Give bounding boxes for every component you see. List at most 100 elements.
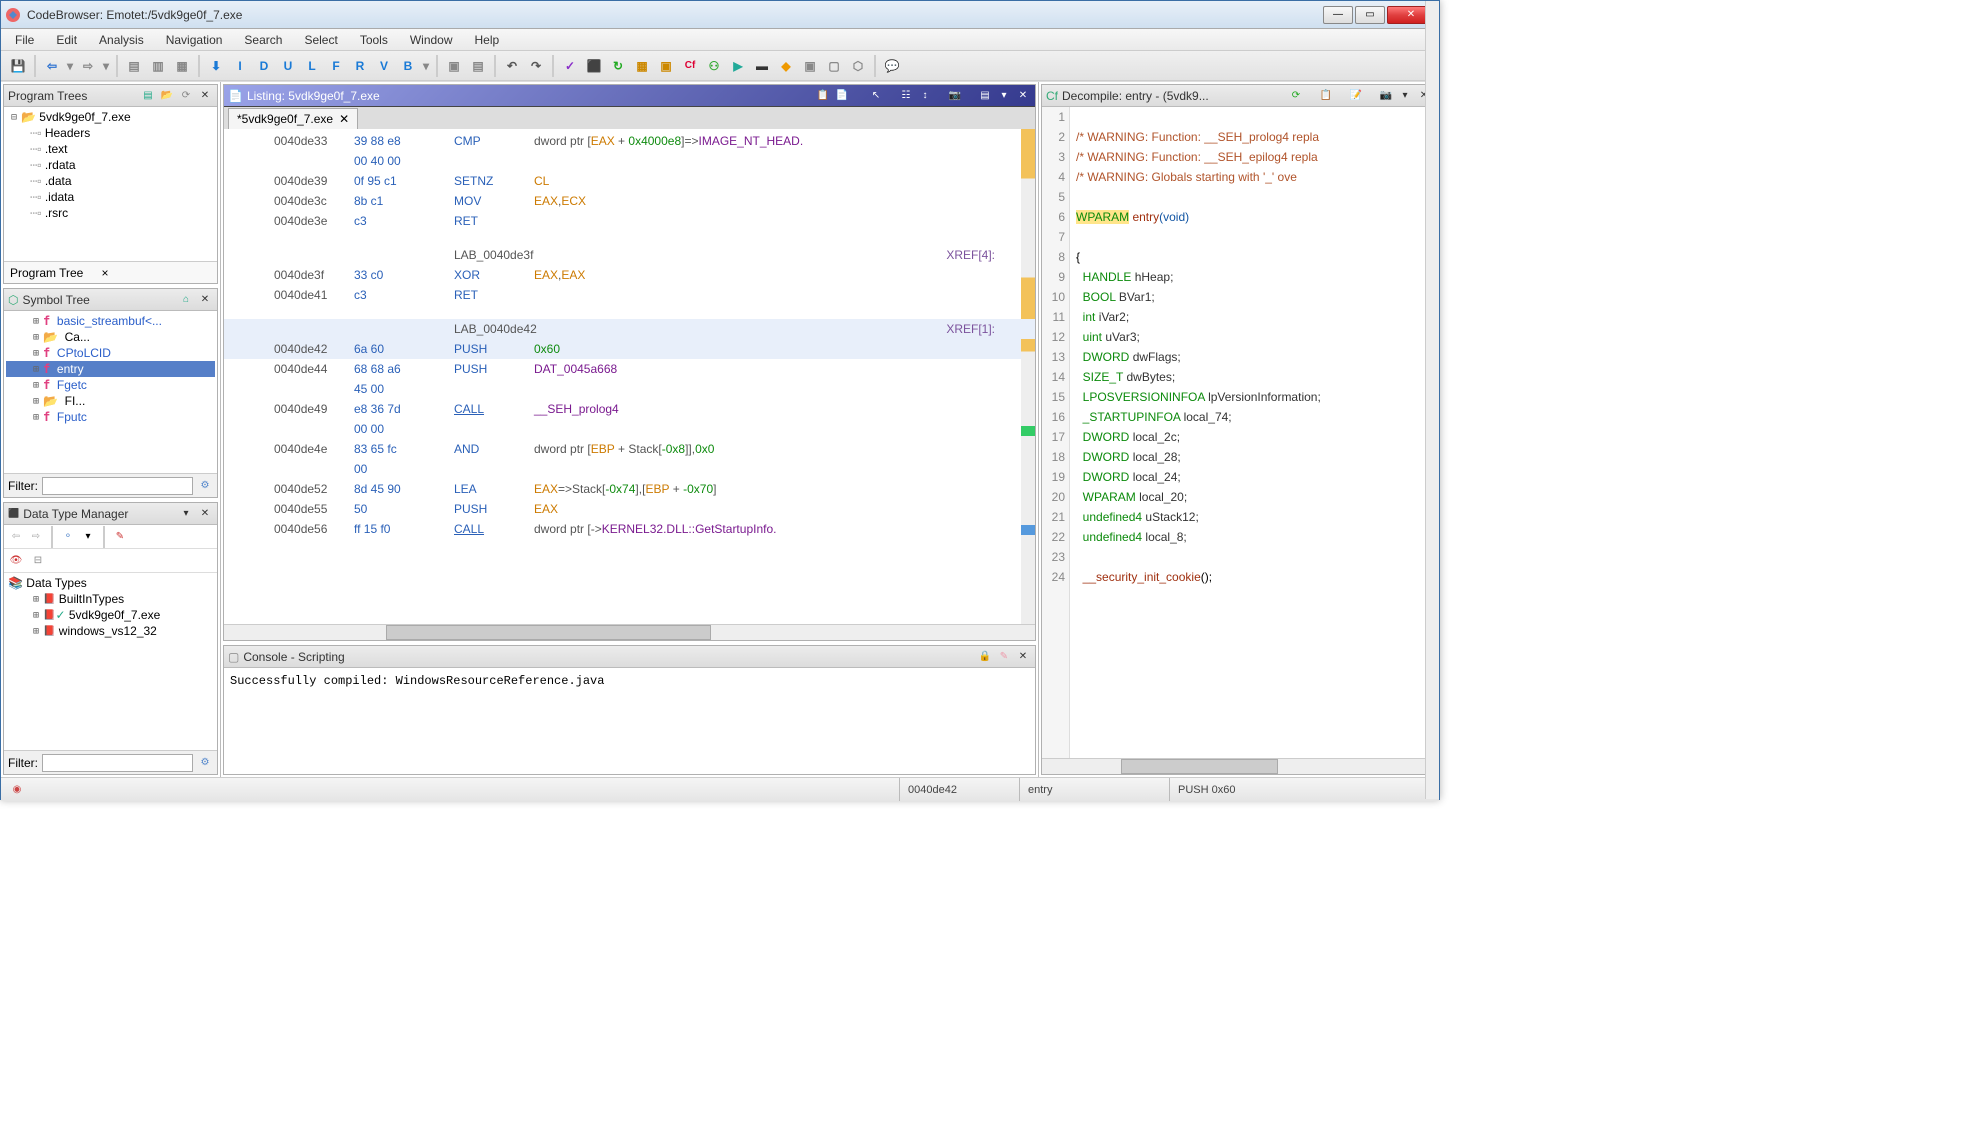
refresh-icon[interactable]: ↻ [607,55,629,77]
decompile-line[interactable]: DWORD local_28; [1076,447,1436,467]
binary-icon[interactable]: ⬛ [583,55,605,77]
decompile-code[interactable]: /* WARNING: Function: __SEH_prolog4 repl… [1070,107,1436,758]
decompile-line[interactable] [1076,547,1436,567]
new-tree-icon[interactable]: ▤ [140,88,156,104]
tool-icon[interactable]: ▢ [823,55,845,77]
undo-icon[interactable]: ↶ [501,55,523,77]
dropdown-icon[interactable]: ▾ [421,55,431,77]
code-line[interactable]: 0040de3ec3RET [224,211,1035,231]
decompile-line[interactable]: uint uVar3; [1076,327,1436,347]
decompile-line[interactable]: __security_init_cookie(); [1076,567,1436,587]
tool-icon[interactable]: ▣ [799,55,821,77]
letter-v-icon[interactable]: V [373,55,395,77]
nav-icon[interactable]: ↕ [917,88,933,104]
tool-icon[interactable]: ▣ [655,55,677,77]
cf-icon[interactable]: Cf [679,55,701,77]
eye-strike-icon[interactable]: 👁 [8,553,24,569]
code-line[interactable]: 00 40 00 [224,151,1035,171]
decompile-line[interactable]: int iVar2; [1076,307,1436,327]
letter-i-icon[interactable]: I [229,55,251,77]
nav-icon[interactable]: ☷ [898,88,914,104]
letter-r-icon[interactable]: R [349,55,371,77]
dropdown-icon[interactable]: ▾ [178,506,194,522]
decompile-line[interactable]: DWORD local_24; [1076,467,1436,487]
decompile-line[interactable]: /* WARNING: Globals starting with '_' ov… [1076,167,1436,187]
decompile-line[interactable]: undefined4 local_8; [1076,527,1436,547]
decompile-line[interactable]: DWORD dwFlags; [1076,347,1436,367]
tool-icon[interactable]: ▤ [467,55,489,77]
export-icon[interactable]: 📝 [1348,88,1364,104]
code-line[interactable]: 0040de426a 60PUSH0x60 [224,339,1035,359]
letter-d-icon[interactable]: D [253,55,275,77]
snapshot-icon[interactable]: 📷 [1378,88,1394,104]
file-tab[interactable]: *5vdk9ge0f_7.exe ✕ [228,108,358,129]
options-icon[interactable]: ▤ [977,88,993,104]
decompile-line[interactable]: { [1076,247,1436,267]
back-dropdown-icon[interactable]: ▾ [65,55,75,77]
comment-icon[interactable]: 💬 [881,55,903,77]
close-panel-icon[interactable]: ✕ [197,506,213,522]
lock-icon[interactable]: 🔒 [977,649,993,665]
tool-icon[interactable]: ▣ [443,55,465,77]
play-icon[interactable]: ▶ [727,55,749,77]
symbol-node[interactable]: ⊞f entry [6,361,215,377]
code-line[interactable]: 0040de41c3RET [224,285,1035,305]
back-icon[interactable]: ⇦ [41,55,63,77]
letter-l-icon[interactable]: L [301,55,323,77]
symbol-node[interactable]: ⊞f Fputc [6,409,215,425]
copy-icon[interactable]: 📋 [815,88,831,104]
menu-tools[interactable]: Tools [356,31,392,49]
dropdown-icon[interactable]: ▾ [80,529,96,545]
code-line[interactable]: 00 00 [224,419,1035,439]
section-node[interactable]: ⋯▫ .rdata [6,157,215,173]
menu-file[interactable]: File [11,31,38,49]
redo-icon[interactable]: ↷ [525,55,547,77]
symbol-node[interactable]: ⊞f basic_streambuf<... [6,313,215,329]
filter-options-icon[interactable]: ⚙ [197,478,213,494]
decompile-line[interactable]: LPOSVERSIONINFOA lpVersionInformation; [1076,387,1436,407]
open-folder-icon[interactable]: 📂 [159,88,175,104]
paste-icon[interactable]: 📄 [834,88,850,104]
refresh-icon[interactable]: ⟳ [1288,88,1304,104]
cursor-icon[interactable]: ↖ [868,88,884,104]
forward-dropdown-icon[interactable]: ▾ [101,55,111,77]
forward-icon[interactable]: ⇨ [77,55,99,77]
decompile-line[interactable]: BOOL BVar1; [1076,287,1436,307]
menu-search[interactable]: Search [240,31,286,49]
datatype-node[interactable]: ⊞📕 BuiltInTypes [6,591,215,607]
close-icon[interactable]: × [101,266,108,280]
overview-ruler[interactable] [1021,129,1035,624]
dtm-filter-input[interactable] [42,754,193,772]
menu-select[interactable]: Select [300,31,341,49]
menu-help[interactable]: Help [471,31,504,49]
menu-window[interactable]: Window [406,31,457,49]
code-line[interactable]: 0040de49e8 36 7dCALL__SEH_prolog4 [224,399,1035,419]
nav-icon[interactable]: ⌂ [178,292,194,308]
dtm-body[interactable]: 📚 Data Types ⊞📕 BuiltInTypes⊞📕✓ 5vdk9ge0… [4,573,217,750]
dropdown-icon[interactable]: ▾ [996,88,1012,104]
collapse-icon[interactable]: ⊟ [30,553,46,569]
tool-icon[interactable]: ⬡ [847,55,869,77]
code-line[interactable]: 0040de3339 88 e8CMPdword ptr [EAX + 0x40… [224,131,1035,151]
erase-icon[interactable]: ✎ [996,649,1012,665]
menu-analysis[interactable]: Analysis [95,31,148,49]
down-arrow-icon[interactable]: ⬇ [205,55,227,77]
section-node[interactable]: ⋯▫ .data [6,173,215,189]
minimize-button[interactable]: — [1323,6,1353,24]
dropdown-icon[interactable]: ▾ [1397,88,1413,104]
snapshot-icon[interactable]: 📷 [947,88,963,104]
close-panel-icon[interactable]: ✕ [197,292,213,308]
horizontal-scrollbar[interactable] [224,624,1035,640]
decompile-line[interactable]: /* WARNING: Function: __SEH_prolog4 repl… [1076,127,1436,147]
back-icon[interactable]: ⇦ [8,529,24,545]
tree-root[interactable]: ⊟📂 5vdk9ge0f_7.exe [6,109,215,125]
copy-icon[interactable]: 📋 [1318,88,1334,104]
decompile-line[interactable]: SIZE_T dwBytes; [1076,367,1436,387]
diamond-icon[interactable]: ◆ [775,55,797,77]
program-tree-body[interactable]: ⊟📂 5vdk9ge0f_7.exe ⋯▫ Headers⋯▫ .text⋯▫ … [4,107,217,261]
close-panel-icon[interactable]: ✕ [1015,88,1031,104]
decompile-line[interactable] [1076,187,1436,207]
horizontal-scrollbar[interactable] [1042,758,1436,774]
decompile-line[interactable]: HANDLE hHeap; [1076,267,1436,287]
code-line[interactable]: 0040de5550PUSHEAX [224,499,1035,519]
